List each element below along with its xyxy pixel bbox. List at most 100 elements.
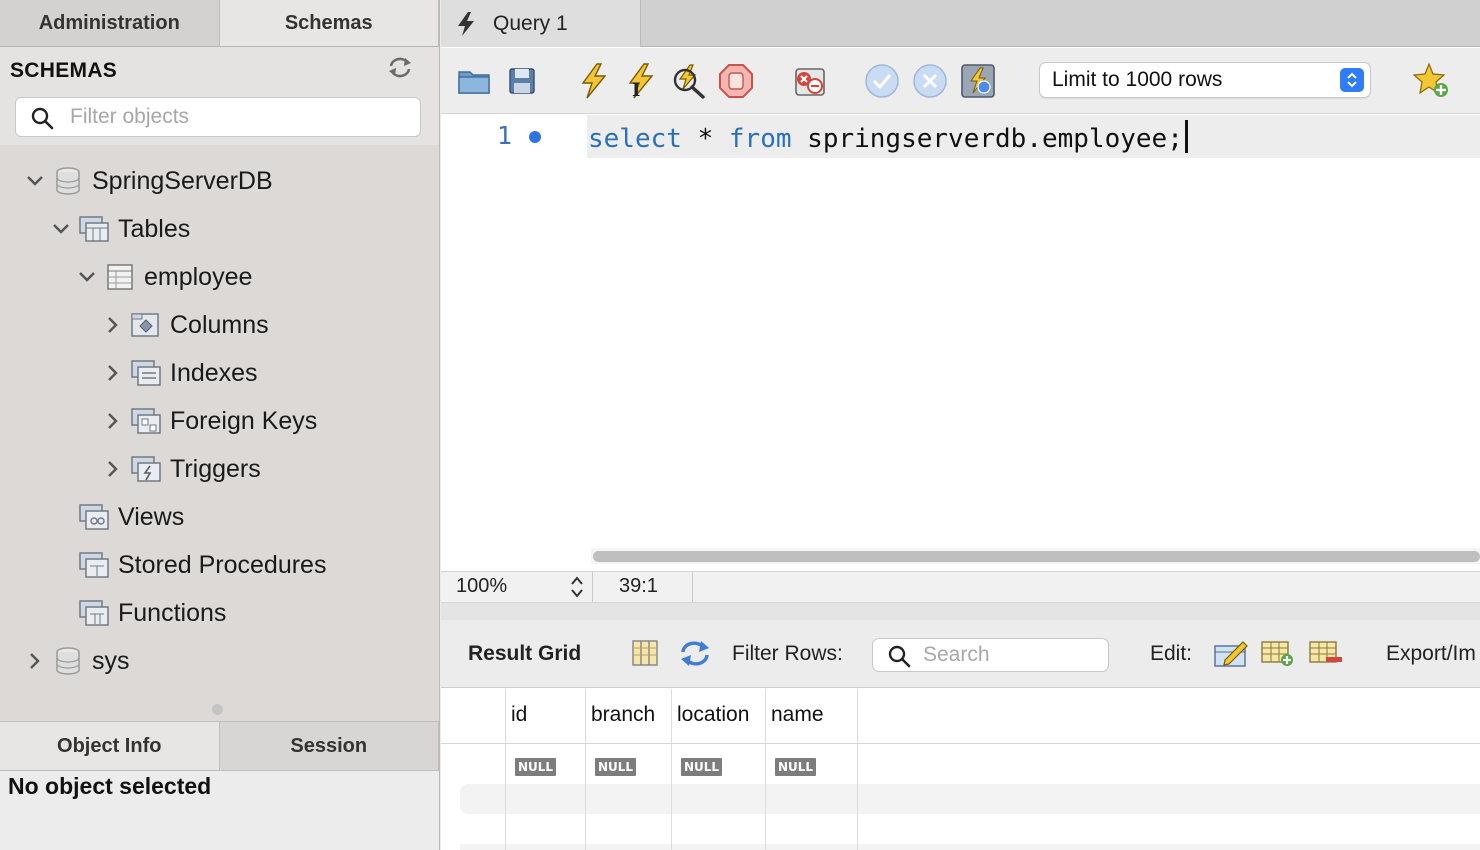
result-grid[interactable]: id NULL branch NULL location NULL name N… (441, 689, 1480, 850)
null-cell[interactable]: NULL (775, 758, 817, 776)
tree-label: Triggers (170, 454, 261, 483)
execute-icon[interactable] (575, 62, 613, 100)
triggers-folder-icon (130, 453, 162, 485)
pane-splitter[interactable] (441, 603, 1480, 620)
tab-administration[interactable]: Administration (0, 0, 220, 47)
filter-rows-label: Filter Rows: (732, 642, 843, 665)
tree-item-tables[interactable]: Tables (50, 209, 190, 249)
query-tab-bar: Query 1 (441, 0, 1480, 47)
open-file-icon[interactable] (455, 62, 493, 100)
edit-cell-icon[interactable] (1213, 636, 1249, 670)
chevron-down-icon[interactable] (76, 266, 98, 288)
chevron-right-icon[interactable] (102, 362, 124, 384)
tree-item-columns[interactable]: Columns (102, 305, 269, 345)
tree-item-indexes[interactable]: Indexes (102, 353, 258, 393)
limit-rows-select[interactable]: Limit to 1000 rows (1039, 62, 1371, 98)
object-info-text: No object selected (8, 773, 212, 799)
add-row-icon[interactable] (1260, 636, 1296, 670)
search-icon (31, 107, 54, 130)
rollback-icon[interactable] (911, 62, 949, 100)
views-folder-icon (78, 501, 110, 533)
tab-schemas[interactable]: Schemas (219, 0, 439, 47)
query-tab-label: Query 1 (493, 11, 568, 35)
sql-code[interactable]: select * from springserverdb.employee; (588, 120, 1188, 154)
save-icon[interactable] (503, 62, 541, 100)
grid-column-id[interactable]: id NULL (505, 689, 585, 850)
tab-object-info[interactable]: Object Info (0, 722, 220, 771)
tree-label: sys (92, 646, 130, 675)
execute-current-icon[interactable]: I (621, 62, 659, 100)
export-import-label[interactable]: Export/Im (1386, 642, 1476, 666)
database-icon (52, 165, 84, 197)
schemas-header: SCHEMAS (0, 47, 439, 145)
refresh-icon[interactable] (386, 55, 414, 79)
null-cell[interactable]: NULL (681, 758, 723, 776)
tree-item-foreign-keys[interactable]: Foreign Keys (102, 401, 317, 441)
lightning-icon (458, 11, 474, 36)
editor-status-bar: 100% 39:1 (441, 571, 1480, 603)
edit-label: Edit: (1150, 642, 1193, 665)
svg-text:I: I (632, 80, 640, 99)
chevron-down-icon[interactable] (24, 170, 46, 192)
tab-query-1[interactable]: Query 1 (441, 0, 641, 47)
schema-tree: SpringServerDB Tables employee Columns I… (0, 145, 439, 705)
chevron-right-icon[interactable] (24, 650, 46, 672)
horizontal-scrollbar[interactable] (591, 548, 1480, 564)
null-cell[interactable]: NULL (595, 758, 637, 776)
null-cell[interactable]: NULL (515, 758, 557, 776)
grid-column-divider (857, 689, 858, 850)
tree-item-views[interactable]: Views (78, 497, 184, 537)
zoom-value: 100% (456, 575, 508, 597)
scrollbar-thumb[interactable] (593, 551, 1480, 562)
column-header-branch[interactable]: branch (591, 703, 655, 727)
filter-rows-field[interactable] (872, 638, 1109, 672)
sql-token: springserverdb.employee; (791, 124, 1183, 154)
chevron-right-icon[interactable] (102, 314, 124, 336)
filter-objects-field[interactable] (15, 97, 421, 137)
result-toolbar: Result Grid Filter Rows: Edit: Expo (441, 620, 1480, 688)
tree-item-springserverdb[interactable]: SpringServerDB (24, 161, 273, 201)
tree-label: SpringServerDB (92, 166, 273, 195)
refresh-results-icon[interactable] (677, 636, 713, 670)
sql-keyword: from (728, 124, 792, 154)
splitter-handle[interactable] (212, 704, 223, 715)
tree-item-stored-procedures[interactable]: Stored Procedures (78, 545, 326, 585)
delete-row-icon[interactable] (1308, 636, 1344, 670)
tree-item-triggers[interactable]: Triggers (102, 449, 261, 489)
tree-label: employee (144, 262, 253, 291)
object-info-panel: No object selected (0, 771, 439, 850)
tree-label: Functions (118, 598, 227, 627)
grid-view-icon[interactable] (627, 636, 663, 670)
sql-editor[interactable]: 1 select * from springserverdb.employee; (441, 115, 1480, 571)
navigator-tabs: Administration Schemas (0, 0, 439, 47)
sql-toolbar: I Limit to 1000 rows (441, 48, 1480, 114)
filter-rows-input[interactable] (923, 642, 1103, 668)
grid-column-branch[interactable]: branch NULL (585, 689, 671, 850)
autocommit-toggle-icon[interactable] (959, 62, 997, 100)
folder-tables-icon (78, 213, 110, 245)
commit-icon[interactable] (863, 62, 901, 100)
tree-item-employee[interactable]: employee (76, 257, 252, 297)
stop-on-error-icon[interactable] (791, 62, 829, 100)
grid-column-name[interactable]: name NULL (765, 689, 857, 850)
sql-token: * (681, 124, 729, 154)
grid-column-location[interactable]: location NULL (671, 689, 765, 850)
schemas-title: SCHEMAS (10, 59, 118, 82)
column-header-id[interactable]: id (511, 703, 527, 727)
add-snippet-star-icon[interactable] (1413, 62, 1451, 100)
zoom-select[interactable]: 100% (441, 572, 593, 602)
chevron-right-icon[interactable] (102, 410, 124, 432)
column-header-location[interactable]: location (677, 703, 749, 727)
foreign-keys-folder-icon (130, 405, 162, 437)
tree-item-functions[interactable]: Functions (78, 593, 226, 633)
chevron-down-icon[interactable] (50, 218, 72, 240)
column-header-name[interactable]: name (771, 703, 824, 727)
stop-icon[interactable] (717, 62, 755, 100)
chevron-right-icon[interactable] (102, 458, 124, 480)
tab-session[interactable]: Session (219, 722, 439, 771)
explain-icon[interactable] (669, 62, 707, 100)
tree-label: Indexes (170, 358, 258, 387)
filter-objects-input[interactable] (70, 102, 410, 132)
tree-item-sys[interactable]: sys (24, 641, 130, 681)
result-grid-label[interactable]: Result Grid (468, 642, 581, 666)
